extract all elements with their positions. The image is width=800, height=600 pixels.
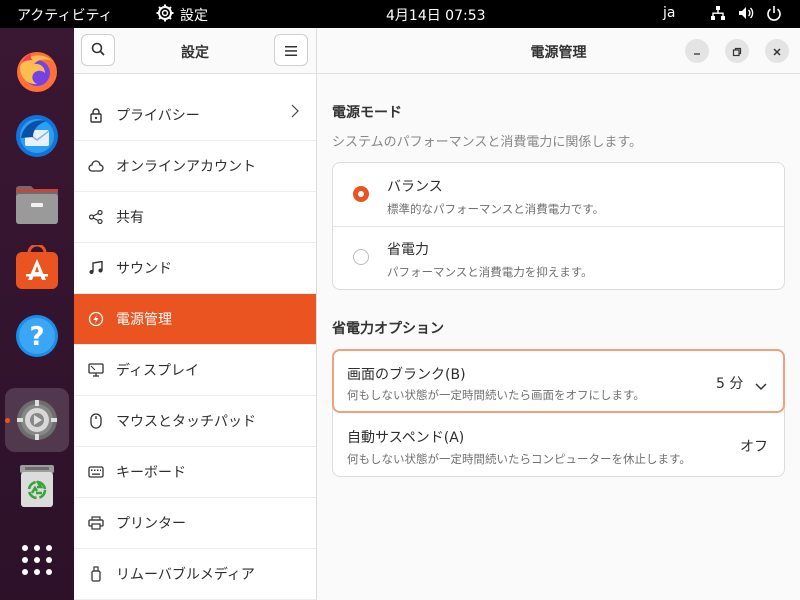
top-bar: アクティビティ 設定 4月14日 07:53 ja bbox=[0, 0, 800, 28]
close-button[interactable] bbox=[765, 39, 789, 63]
app-name: 設定 bbox=[180, 8, 208, 24]
running-indicator bbox=[5, 418, 10, 423]
sidebar-item-privacy[interactable]: プライバシー bbox=[74, 90, 316, 141]
minimize-icon bbox=[692, 42, 702, 61]
sidebar-item-label: サウンド bbox=[116, 261, 172, 277]
main-menu-button[interactable] bbox=[274, 34, 308, 66]
blank-screen-title: 画面のブランク(B) bbox=[347, 367, 466, 383]
sidebar-item-label: オンラインアカウント bbox=[116, 159, 256, 175]
chevron-down-icon[interactable] bbox=[755, 376, 767, 395]
display-icon bbox=[88, 362, 104, 378]
settings-icon[interactable] bbox=[5, 388, 69, 452]
sidebar-item-label: マウスとタッチパッド bbox=[116, 414, 256, 430]
mouse-icon bbox=[88, 413, 104, 429]
auto-suspend-subtitle: 何もしない状態が一定時間続いたらコンピューターを休止します。 bbox=[347, 452, 691, 466]
dock: ? bbox=[0, 28, 74, 600]
sidebar-item-label: キーボード bbox=[116, 465, 186, 481]
main-header: 電源管理 bbox=[317, 28, 800, 74]
sidebar-item-label: 電源管理 bbox=[116, 312, 172, 328]
gear-icon bbox=[156, 4, 174, 26]
blank-screen-subtitle: 何もしない状態が一定時間続いたら画面をオフにします。 bbox=[347, 388, 645, 402]
trash-icon[interactable] bbox=[11, 460, 63, 512]
option-subtitle: 標準的なパフォーマンスと消費電力です。 bbox=[387, 202, 605, 216]
option-title: バランス bbox=[387, 179, 443, 195]
app-center-icon[interactable] bbox=[11, 242, 63, 294]
radio-button[interactable] bbox=[353, 186, 369, 202]
settings-window: 設定 プライバシー オンラインアカウント 共有 サウンド 電源管理 ディスプレイ… bbox=[74, 28, 800, 600]
blank-screen-row[interactable]: 画面のブランク(B) 何もしない状態が一定時間続いたら画面をオフにします。 5 … bbox=[332, 349, 785, 413]
auto-suspend-row[interactable]: 自動サスペンド(A) 何もしない状態が一定時間続いたらコンピューターを休止します… bbox=[333, 414, 784, 477]
maximize-button[interactable] bbox=[725, 39, 749, 63]
sidebar-item-online-accounts[interactable]: オンラインアカウント bbox=[74, 141, 316, 192]
sidebar-item-removable-media[interactable]: リムーバブルメディア bbox=[74, 549, 316, 600]
firefox-icon[interactable] bbox=[11, 46, 63, 98]
network-icon bbox=[710, 5, 726, 25]
sidebar-item-printers[interactable]: プリンター bbox=[74, 498, 316, 549]
main-panel: 電源管理 電源モード システムのパフォーマンスと消費電力に関係します。 バランス… bbox=[317, 28, 800, 600]
restore-icon bbox=[732, 42, 742, 61]
power-saving-heading: 省電力オプション bbox=[332, 321, 444, 337]
help-icon[interactable]: ? bbox=[11, 310, 63, 362]
input-method-indicator[interactable]: ja bbox=[663, 5, 675, 21]
sidebar-item-label: プリンター bbox=[116, 516, 186, 532]
music-note-icon bbox=[88, 260, 104, 276]
power-mode-card: バランス 標準的なパフォーマンスと消費電力です。 省電力 パフォーマンスと消費電… bbox=[332, 162, 785, 290]
sidebar-item-keyboard[interactable]: キーボード bbox=[74, 447, 316, 498]
files-icon[interactable] bbox=[11, 178, 63, 230]
option-subtitle: パフォーマンスと消費電力を抑えます。 bbox=[387, 265, 593, 279]
sidebar-item-sound[interactable]: サウンド bbox=[74, 243, 316, 294]
auto-suspend-value[interactable]: オフ bbox=[740, 436, 768, 456]
sidebar-item-label: 共有 bbox=[116, 210, 144, 226]
sidebar-item-mouse-touchpad[interactable]: マウスとタッチパッド bbox=[74, 396, 316, 447]
sidebar-item-displays[interactable]: ディスプレイ bbox=[74, 345, 316, 396]
app-menu[interactable]: 設定 bbox=[156, 4, 208, 26]
auto-suspend-title: 自動サスペンド(A) bbox=[347, 430, 465, 446]
close-icon bbox=[772, 42, 782, 61]
usb-drive-icon bbox=[88, 566, 104, 582]
radio-button[interactable] bbox=[353, 249, 369, 265]
activities-button[interactable]: アクティビティ bbox=[17, 5, 113, 25]
clock[interactable]: 4月14日 07:53 bbox=[386, 5, 486, 25]
power-mode-option-balanced[interactable]: バランス 標準的なパフォーマンスと消費電力です。 bbox=[333, 163, 784, 226]
svg-text:?: ? bbox=[29, 322, 44, 352]
thunderbird-icon[interactable] bbox=[11, 110, 63, 162]
lock-icon bbox=[88, 107, 104, 123]
share-icon bbox=[88, 209, 104, 225]
sidebar-item-label: リムーバブルメディア bbox=[116, 567, 255, 583]
blank-screen-value[interactable]: 5 分 bbox=[716, 373, 743, 393]
option-title: 省電力 bbox=[387, 242, 429, 258]
power-bolt-icon bbox=[88, 311, 104, 327]
minimize-button[interactable] bbox=[685, 39, 709, 63]
keyboard-icon bbox=[88, 464, 104, 480]
sidebar: 設定 プライバシー オンラインアカウント 共有 サウンド 電源管理 ディスプレイ… bbox=[74, 28, 317, 600]
hamburger-icon bbox=[285, 41, 297, 60]
power-mode-heading: 電源モード bbox=[332, 105, 402, 121]
sidebar-item-label: ディスプレイ bbox=[116, 363, 200, 379]
sidebar-header: 設定 bbox=[74, 28, 316, 74]
chevron-right-icon bbox=[291, 103, 299, 122]
system-status-area[interactable] bbox=[710, 5, 782, 25]
power-saving-card: 画面のブランク(B) 何もしない状態が一定時間続いたら画面をオフにします。 5 … bbox=[332, 349, 785, 477]
cloud-icon bbox=[88, 158, 104, 174]
printer-icon bbox=[88, 515, 104, 531]
power-mode-description: システムのパフォーマンスと消費電力に関係します。 bbox=[332, 135, 643, 150]
sidebar-item-label: プライバシー bbox=[116, 108, 200, 124]
power-mode-option-power-saver[interactable]: 省電力 パフォーマンスと消費電力を抑えます。 bbox=[333, 227, 784, 290]
app-grid-icon[interactable] bbox=[11, 534, 63, 586]
sidebar-item-sharing[interactable]: 共有 bbox=[74, 192, 316, 243]
power-icon bbox=[766, 5, 782, 25]
sidebar-item-power[interactable]: 電源管理 bbox=[74, 294, 316, 345]
volume-icon bbox=[738, 5, 754, 25]
